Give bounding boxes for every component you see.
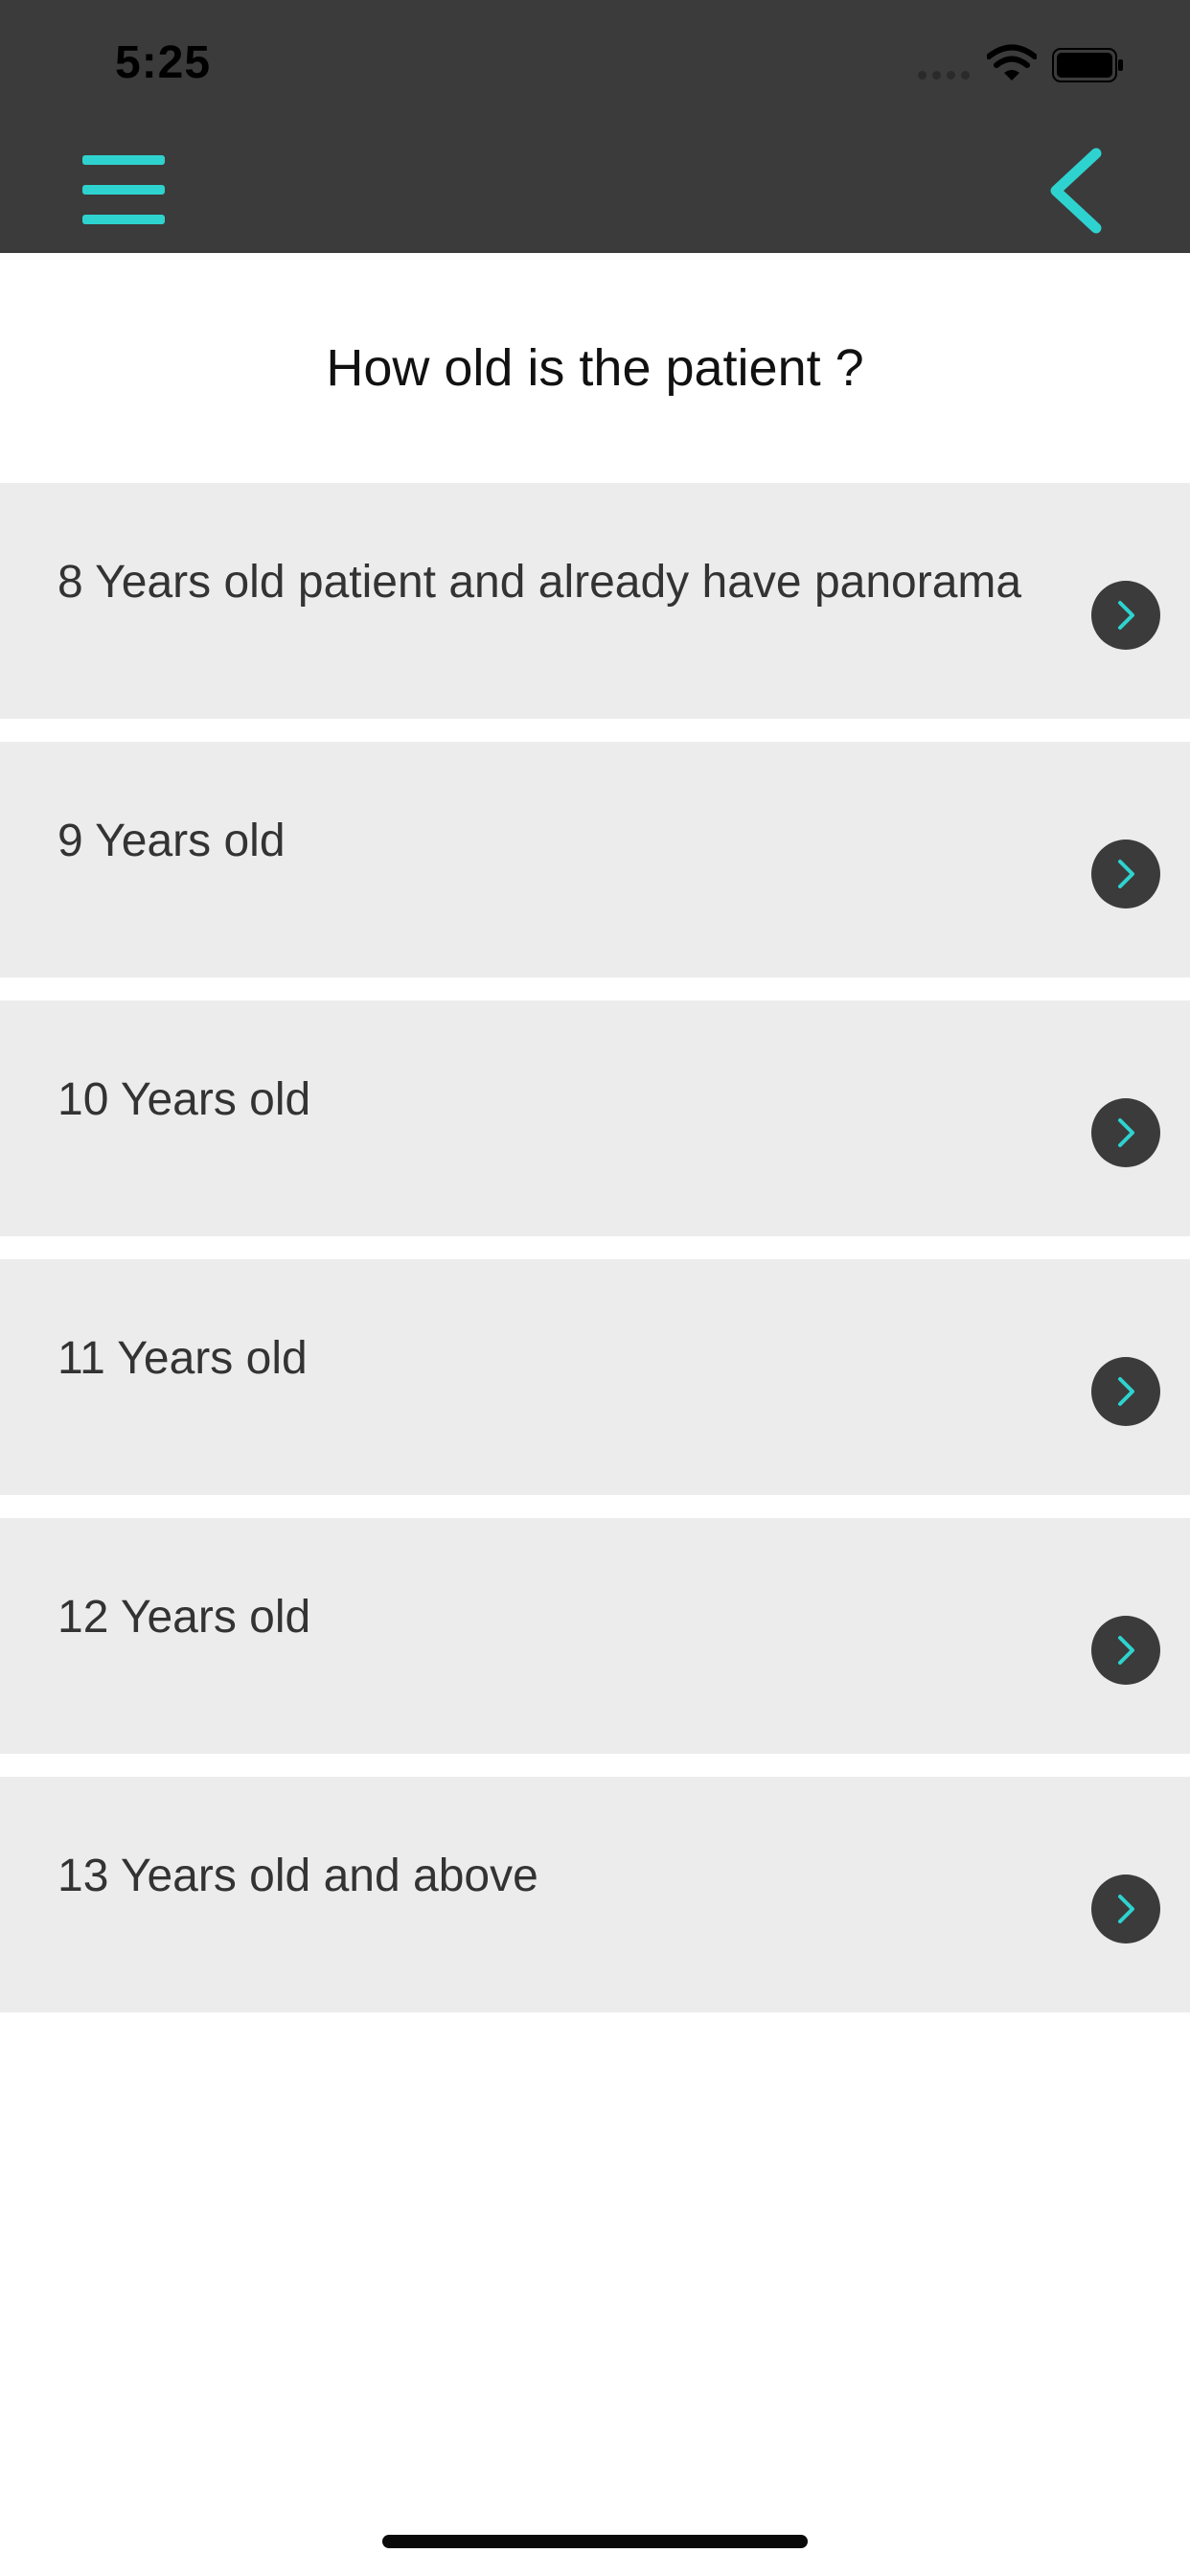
option-label: 8 Years old patient and already have pan… — [57, 557, 1022, 608]
option-label: 11 Years old — [57, 1333, 308, 1384]
chevron-right-icon[interactable] — [1091, 1357, 1160, 1426]
chevron-right-icon[interactable] — [1091, 840, 1160, 908]
option-label: 9 Years old — [57, 816, 286, 866]
option-11-years[interactable]: 11 Years old — [0, 1259, 1190, 1495]
chevron-right-icon[interactable] — [1091, 1616, 1160, 1685]
options-list: 8 Years old patient and already have pan… — [0, 483, 1190, 2036]
chevron-right-icon[interactable] — [1091, 581, 1160, 650]
hamburger-menu-icon[interactable] — [82, 153, 165, 226]
back-chevron-icon[interactable] — [1048, 148, 1106, 234]
option-label: 13 Years old and above — [57, 1851, 538, 1901]
chevron-right-icon[interactable] — [1091, 1874, 1160, 1944]
option-9-years[interactable]: 9 Years old — [0, 742, 1190, 978]
option-label: 12 Years old — [57, 1592, 311, 1643]
cellular-signal-icon — [918, 71, 970, 80]
battery-icon — [1052, 48, 1123, 82]
option-label: 10 Years old — [57, 1074, 311, 1125]
option-10-years[interactable]: 10 Years old — [0, 1000, 1190, 1236]
chevron-right-icon[interactable] — [1091, 1098, 1160, 1167]
option-8-years[interactable]: 8 Years old patient and already have pan… — [0, 483, 1190, 719]
status-time: 5:25 — [115, 37, 212, 88]
home-indicator[interactable] — [382, 2535, 808, 2548]
top-bar: 5:25 — [0, 0, 1190, 253]
option-12-years[interactable]: 12 Years old — [0, 1518, 1190, 1754]
option-13-years-and-above[interactable]: 13 Years old and above — [0, 1777, 1190, 2012]
question-title: How old is the patient ? — [326, 339, 864, 397]
wifi-icon — [987, 44, 1037, 80]
